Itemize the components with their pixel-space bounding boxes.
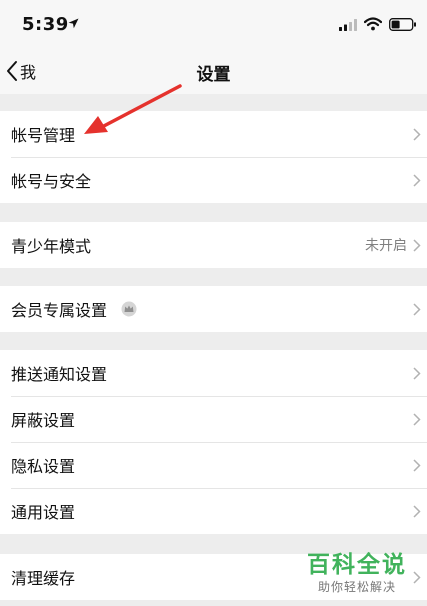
settings-item-privacy-settings[interactable]: 隐私设置: [0, 442, 427, 488]
settings-item-block-settings[interactable]: 屏蔽设置: [0, 396, 427, 442]
chevron-right-icon: [413, 174, 421, 187]
location-arrow-icon: [68, 18, 79, 29]
status-time: 5:39: [22, 14, 69, 35]
settings-item-account-security[interactable]: 帐号与安全: [0, 157, 427, 203]
settings-item-youth-mode[interactable]: 青少年模式 未开启: [0, 222, 427, 268]
battery-icon: [389, 18, 416, 31]
chevron-right-icon: [413, 303, 421, 316]
status-bar: 5:39: [0, 0, 427, 48]
settings-item-label: 青少年模式: [11, 237, 92, 256]
watermark-subtitle: 助你轻松解决: [317, 580, 396, 594]
chevron-right-icon: [413, 239, 421, 252]
crown-icon: [121, 301, 137, 317]
settings-item-label: 屏蔽设置: [11, 411, 76, 430]
settings-group-account: 帐号管理 帐号与安全: [0, 111, 427, 203]
chevron-right-icon: [413, 459, 421, 472]
settings-item-account-management[interactable]: 帐号管理: [0, 111, 427, 157]
annotation-arrow: [84, 84, 182, 134]
settings-item-label: 帐号与安全: [11, 172, 92, 191]
page-title: 设置: [196, 65, 231, 85]
settings-item-label: 通用设置: [11, 503, 76, 522]
settings-item-label: 隐私设置: [11, 457, 76, 476]
settings-group-general: 推送通知设置 屏蔽设置 隐私设置 通用设置: [0, 350, 427, 534]
settings-group-member: 会员专属设置: [0, 286, 427, 332]
settings-group-youth: 青少年模式 未开启: [0, 222, 427, 268]
nav-bar: 我 设置: [0, 48, 427, 94]
chevron-right-icon: [413, 367, 421, 380]
settings-item-label: 帐号管理: [11, 126, 76, 145]
chevron-right-icon: [413, 505, 421, 518]
settings-item-member-settings[interactable]: 会员专属设置: [0, 286, 427, 332]
settings-item-general-settings[interactable]: 通用设置: [0, 488, 427, 534]
signal-icon: [339, 19, 357, 31]
wifi-icon: [364, 17, 382, 31]
watermark-logo: 百科全说 助你轻松解决: [296, 545, 418, 597]
settings-item-push-notifications[interactable]: 推送通知设置: [0, 350, 427, 396]
youth-mode-status: 未开启: [365, 238, 407, 254]
chevron-right-icon: [413, 413, 421, 426]
settings-item-label: 清理缓存: [11, 569, 76, 588]
settings-item-label: 会员专属设置: [11, 301, 108, 320]
watermark-title: 百科全说: [307, 552, 407, 578]
settings-item-label: 推送通知设置: [11, 365, 108, 384]
chevron-right-icon: [413, 128, 421, 141]
